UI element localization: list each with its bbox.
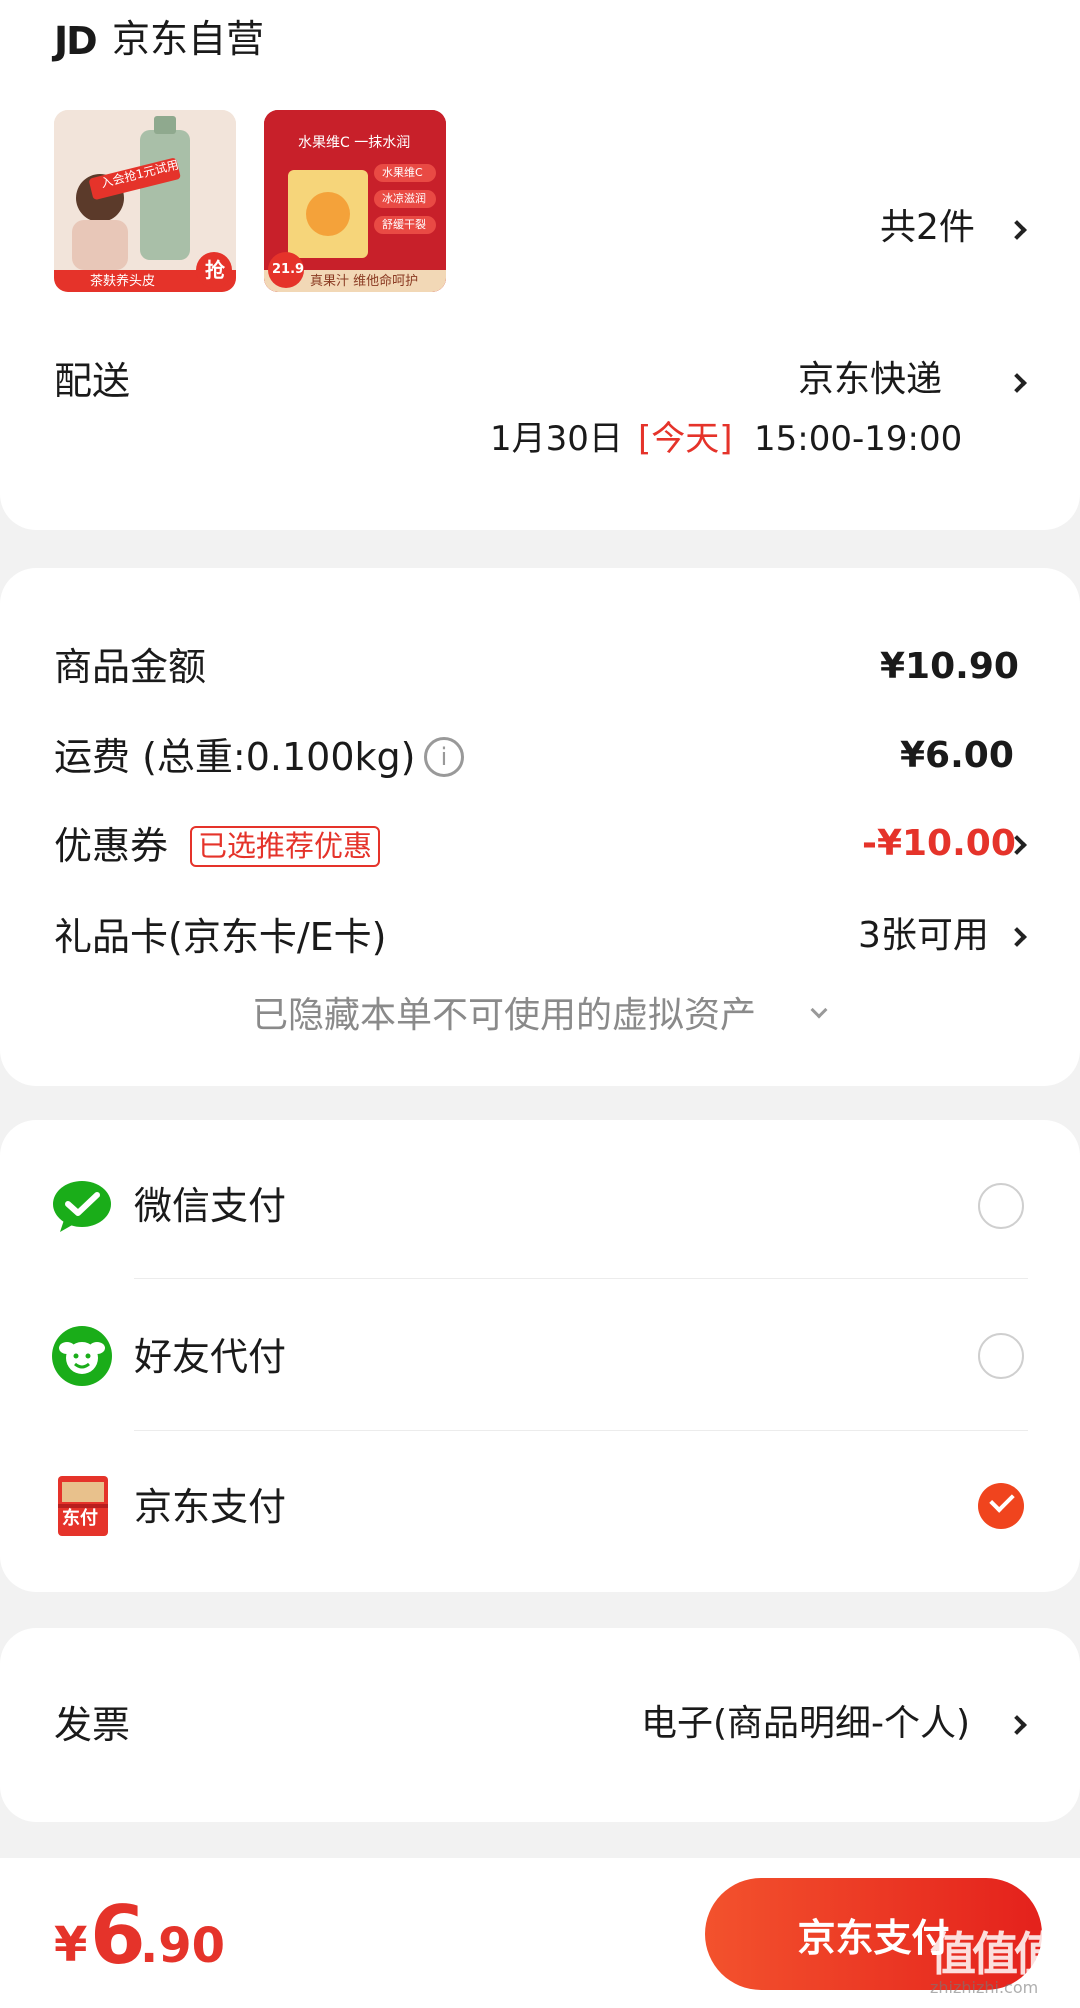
thumb1-grab-badge: 抢 [205, 258, 225, 282]
payment-divider-2 [134, 1430, 1028, 1431]
hidden-assets-toggle[interactable]: 已隐藏本单不可使用的虚拟资产 [252, 998, 756, 1034]
wechat-pay-label: 微信支付 [134, 1184, 287, 1228]
jd-pay-radio-checked[interactable] [978, 1483, 1024, 1529]
shipping-label: 运费 (总重:0.100kg) [54, 735, 416, 779]
delivery-method[interactable]: 京东快递 [798, 362, 942, 398]
delivery-time: 15:00-19:00 [754, 419, 963, 459]
thumb2-caption: 真果汁 维他命呵护 [310, 274, 419, 289]
goods-amount-label: 商品金额 [54, 645, 207, 689]
product-thumbnail-lip-balm[interactable]: 水果维C 一抹水润 水果维C 冰凉滋润 舒缓干裂 21.9 真果汁 维他命呵护 [264, 110, 446, 292]
thumb2-tag-2: 冰凉滋润 [382, 192, 426, 205]
thumb2-headline: 水果维C 一抹水润 [298, 135, 411, 151]
shop-name: 京东自营 [112, 17, 265, 61]
friend-pay-radio[interactable] [978, 1333, 1024, 1379]
delivery-label: 配送 [54, 359, 131, 403]
shipping-info-icon[interactable]: i [424, 737, 464, 777]
product-thumbnail-shampoo[interactable]: 入会抢1元试用 茶麸养头皮 抢 [54, 110, 236, 292]
watermark-logo: 值值值 [930, 1927, 1060, 1981]
giftcard-value[interactable]: 3张可用 [858, 918, 989, 954]
total-amount-dec: .90 [140, 1918, 226, 1974]
delivery-today-tag: [今天] [638, 419, 733, 459]
thumb2-tag-1: 水果维C [382, 166, 423, 179]
wechat-pay-radio[interactable] [978, 1183, 1024, 1229]
giftcard-label: 礼品卡(京东卡/E卡) [54, 915, 387, 959]
jd-pay-label: 京东支付 [134, 1485, 287, 1529]
invoice-label: 发票 [54, 1703, 131, 1747]
thumb1-caption: 茶麸养头皮 [90, 274, 156, 289]
payment-divider-1 [134, 1278, 1028, 1279]
friend-pay-label: 好友代付 [134, 1335, 287, 1379]
total-currency: ¥ [54, 1917, 88, 1973]
coupon-recommended-tag: 已选推荐优惠 [190, 826, 381, 867]
coupon-label: 优惠券 [54, 824, 169, 868]
watermark-url: zhizhizhi.com [930, 1978, 1039, 1997]
thumb2-tag-3: 舒缓干裂 [382, 218, 426, 231]
jd-pay-icon-text: 东付 [62, 1508, 98, 1529]
delivery-date: 1月30日 [490, 419, 623, 459]
wechat-pay-icon [53, 1181, 111, 1232]
item-count[interactable]: 共2件 [880, 210, 975, 246]
total-amount-int: 6 [90, 1889, 146, 1982]
jd-logo: JD [54, 19, 98, 63]
jd-pay-button-label: 京东支付 [797, 1915, 950, 1960]
invoice-value[interactable]: 电子(商品明细-个人) [641, 1706, 970, 1742]
coupon-value[interactable]: -¥10.00 [862, 826, 1016, 862]
shipping-value: ¥6.00 [900, 735, 1014, 776]
thumb2-price: 21.9 [272, 262, 305, 277]
goods-amount-value: ¥10.90 [880, 646, 1019, 687]
friend-pay-icon [52, 1326, 112, 1386]
